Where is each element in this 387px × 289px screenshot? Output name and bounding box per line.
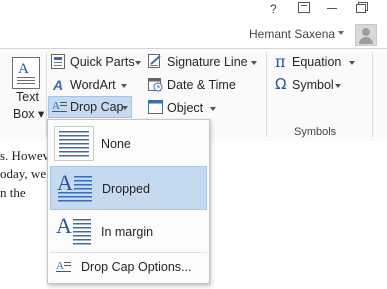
object-button[interactable]: Object: [167, 101, 203, 115]
symbol-button[interactable]: Symbol: [292, 78, 334, 92]
symbol-caret-icon[interactable]: [335, 84, 341, 88]
drop-cap-in-margin-option[interactable]: A In margin: [50, 210, 207, 254]
drop-cap-caret-icon: [122, 106, 128, 110]
date-time-button[interactable]: Date & Time: [167, 78, 236, 92]
quick-parts-icon[interactable]: [51, 54, 65, 69]
pi-icon[interactable]: π: [275, 52, 286, 71]
equation-button[interactable]: Equation: [292, 55, 341, 69]
menu-divider: [50, 252, 207, 253]
group-divider-2: [266, 53, 267, 137]
drop-cap-dropped-label: Dropped: [102, 182, 150, 196]
help-button[interactable]: ?: [270, 2, 277, 16]
svg-text:A: A: [56, 260, 64, 272]
drop-cap-menu: None A Dropped A In margin A Drop Cap Op…: [47, 119, 210, 284]
drop-cap-in-margin-label: In margin: [101, 225, 154, 239]
ribbon-display-options-icon[interactable]: [298, 2, 310, 16]
document-text-line: oday, we: [0, 166, 47, 181]
user-menu-caret-icon[interactable]: [338, 31, 344, 35]
drop-cap-dropped-option[interactable]: A Dropped: [50, 166, 207, 210]
restore-button[interactable]: [356, 2, 368, 16]
text-box-label-2[interactable]: Box ▾: [13, 106, 44, 121]
document-text-line: s. Howev: [0, 148, 50, 163]
drop-cap-none-option[interactable]: None: [50, 122, 207, 166]
drop-cap-none-label: None: [101, 137, 131, 151]
drop-cap-options-label: Drop Cap Options...: [81, 260, 192, 274]
object-icon[interactable]: [148, 100, 163, 115]
object-caret-icon[interactable]: [210, 107, 216, 111]
text-box-icon[interactable]: A: [12, 57, 40, 89]
user-name[interactable]: Hemant Saxena: [249, 27, 335, 41]
date-time-icon[interactable]: [148, 77, 163, 92]
title-bar: ?: [0, 0, 387, 22]
drop-cap-button[interactable]: A Drop Cap: [48, 96, 132, 118]
dropcap-none-icon: [54, 126, 94, 161]
text-box-label[interactable]: Text: [16, 90, 39, 104]
svg-text:A: A: [52, 77, 63, 92]
quick-parts-button[interactable]: Quick Parts: [70, 55, 135, 69]
drop-cap-label: Drop Cap: [70, 100, 124, 114]
dropcap-dropped-icon: A: [57, 171, 92, 202]
drop-cap-options-item[interactable]: A Drop Cap Options...: [50, 255, 207, 279]
quick-parts-caret-icon[interactable]: [135, 61, 141, 65]
group-divider-3: [372, 53, 373, 137]
wordart-icon[interactable]: A: [52, 77, 66, 92]
wordart-button[interactable]: WordArt: [70, 78, 116, 92]
minimize-button[interactable]: [327, 0, 338, 15]
wordart-caret-icon[interactable]: [121, 84, 127, 88]
signature-line-icon[interactable]: [148, 54, 163, 69]
svg-text:A: A: [52, 100, 60, 112]
svg-text:A: A: [18, 61, 29, 77]
symbols-group-label: Symbols: [294, 126, 337, 138]
signature-line-button[interactable]: Signature Line: [167, 55, 248, 69]
omega-icon[interactable]: Ω: [275, 75, 286, 93]
drop-cap-options-icon: A: [56, 260, 71, 272]
svg-text:A: A: [56, 214, 72, 238]
dropcap-in-margin-icon: A: [56, 214, 91, 245]
equation-caret-icon[interactable]: [349, 61, 355, 65]
signature-line-caret-icon[interactable]: [251, 61, 257, 65]
svg-text:A: A: [57, 171, 73, 195]
document-text-line: n the: [0, 185, 26, 200]
avatar[interactable]: [355, 24, 377, 46]
drop-cap-icon: A: [52, 100, 67, 112]
